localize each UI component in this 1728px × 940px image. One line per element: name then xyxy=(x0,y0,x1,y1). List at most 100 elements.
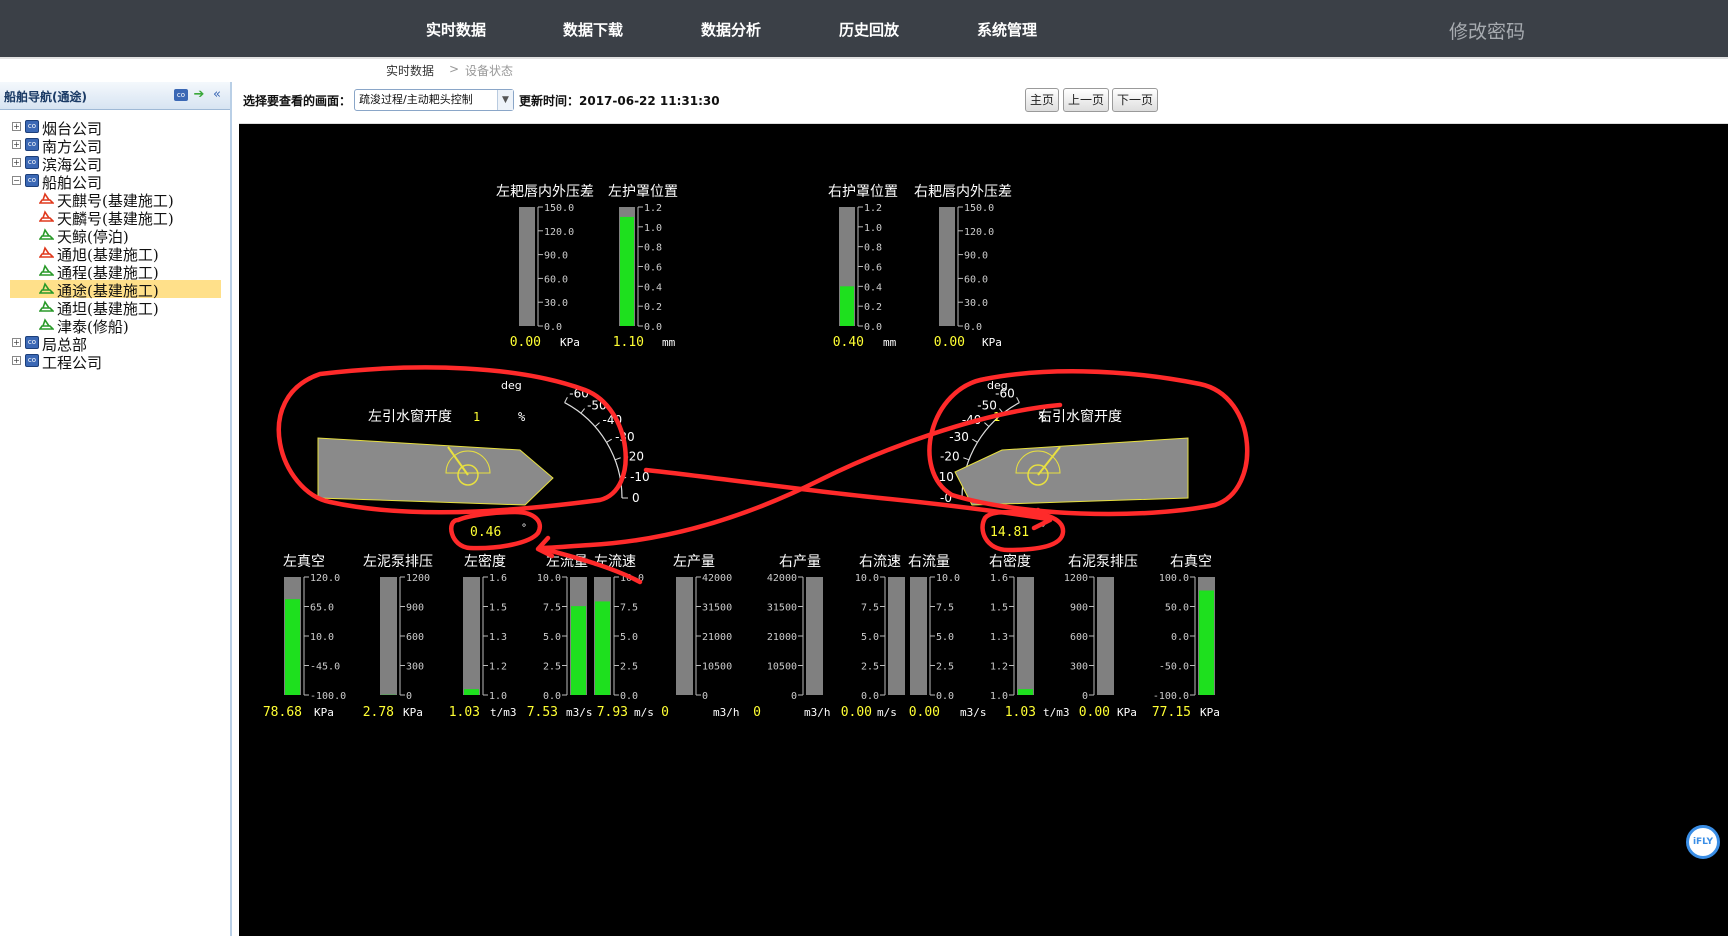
nav-history-playback[interactable]: 历史回放 xyxy=(839,19,899,40)
gauge-title: 右泥泵排压 xyxy=(1068,554,1138,570)
gauge-tick-label: 900 xyxy=(406,603,424,614)
collapse-icon[interactable]: − xyxy=(12,176,21,185)
expand-icon[interactable]: + xyxy=(12,338,21,347)
gauge-tick-label: 0.0 xyxy=(964,322,982,333)
dial-unit: % xyxy=(1039,410,1047,424)
gauge-title: 左产量 xyxy=(673,554,715,570)
tree-company-node[interactable]: −co船舶公司 xyxy=(10,172,220,190)
dial-tick xyxy=(1017,397,1020,402)
gauge-track xyxy=(910,577,927,695)
gauge-value: 0 xyxy=(753,705,761,720)
gauge-value: 78.68 xyxy=(263,705,302,720)
gauge-tick-label: 2.5 xyxy=(620,662,638,673)
tree-ship-node[interactable]: 天鲸(停泊) xyxy=(10,226,221,244)
gauge-unit: mm xyxy=(883,336,897,349)
gauge-unit: KPa xyxy=(982,336,1002,349)
gauge-tick-label: 900 xyxy=(1070,603,1088,614)
gauge-tick-label: 300 xyxy=(406,662,424,673)
gauge-tick-label: 31500 xyxy=(702,603,732,614)
next-page-button[interactable]: 下一页 xyxy=(1112,88,1158,112)
dredge-control-diagram: 150.0120.090.060.030.00.0左耙唇内外压差0.00KPa1… xyxy=(239,124,1728,936)
gauge-tick-label: 1.6 xyxy=(990,573,1008,584)
sidebar-company-icon[interactable]: co xyxy=(174,89,188,101)
gauge-tick-label: 1.0 xyxy=(489,691,507,702)
gauge-tick-label: 21000 xyxy=(702,632,732,643)
ship-red-icon xyxy=(39,209,54,224)
home-page-button[interactable]: 主页 xyxy=(1025,88,1059,112)
ship-red-icon xyxy=(39,245,54,260)
gauge-title: 左耙唇内外压差 xyxy=(496,184,594,200)
tree-ship-node[interactable]: 通途(基建施工) xyxy=(10,280,221,298)
expand-icon[interactable]: + xyxy=(12,356,21,365)
dial-tick xyxy=(607,439,612,442)
page-toolbar: 选择要查看的画面： 疏浚过程/主动耙头控制 ▼ 更新时间：2017-06-22 … xyxy=(239,83,1728,124)
dial-title: 右引水窗开度 xyxy=(1038,408,1122,425)
gauge-tick-label: 31500 xyxy=(767,603,797,614)
nav-system-management[interactable]: 系统管理 xyxy=(977,19,1037,40)
gauge-title: 右流速 xyxy=(859,554,901,570)
tree-company-node[interactable]: +co滨海公司 xyxy=(10,154,220,172)
ifly-assistant-button[interactable]: iFLY xyxy=(1686,825,1720,859)
gauge-tick-label: 5.0 xyxy=(543,632,561,643)
screen-select[interactable]: 疏浚过程/主动耙头控制 ▼ xyxy=(354,89,514,111)
tree-ship-node[interactable]: 通程(基建施工) xyxy=(10,262,221,280)
breadcrumb-root[interactable]: 实时数据 xyxy=(386,62,434,79)
gauge-title: 右密度 xyxy=(989,553,1031,570)
gauge-unit: KPa xyxy=(1200,706,1220,719)
gauge-tick-label: 1.3 xyxy=(489,632,507,643)
gauge-fill xyxy=(840,286,854,326)
nav-data-download[interactable]: 数据下载 xyxy=(563,19,623,40)
breadcrumb-current: 设备状态 xyxy=(465,62,513,79)
expand-icon[interactable]: + xyxy=(12,158,21,167)
change-password-link[interactable]: 修改密码 xyxy=(1449,17,1525,44)
gauge-tick-label: 1.0 xyxy=(864,223,882,234)
gauge-value: 0.00 xyxy=(1079,705,1110,720)
gauge-tick-label: 1.0 xyxy=(990,691,1008,702)
expand-icon[interactable]: + xyxy=(12,140,21,149)
gauge-fill xyxy=(285,599,300,695)
dial-angle-value: 0.46 xyxy=(470,525,501,540)
chevron-down-icon[interactable]: ▼ xyxy=(497,90,513,110)
gauge-tick-label: -50.0 xyxy=(1159,662,1189,673)
gauge-tick-label: -100.0 xyxy=(1153,691,1189,702)
gauge-title: 右流量 xyxy=(908,554,950,570)
tree-company-node[interactable]: +co局总部 xyxy=(10,334,220,352)
tree-company-node[interactable]: +co烟台公司 xyxy=(10,118,220,136)
tree-ship-node[interactable]: 天麒号(基建施工) xyxy=(10,190,221,208)
tree-company-node[interactable]: +co工程公司 xyxy=(10,352,220,370)
tree-company-node[interactable]: +co南方公司 xyxy=(10,136,220,154)
dial-tick xyxy=(615,458,621,460)
dial-tick xyxy=(972,439,977,442)
nav-data-analysis[interactable]: 数据分析 xyxy=(701,19,761,40)
dial-tick xyxy=(595,423,600,427)
sidebar-forward-icon[interactable]: ➔ xyxy=(192,89,206,101)
nav-realtime-data[interactable]: 实时数据 xyxy=(426,19,486,40)
gauge-title: 右产量 xyxy=(779,554,821,570)
tree-ship-node[interactable]: 津泰(修船) xyxy=(10,316,221,334)
gauge-value: 0.00 xyxy=(909,705,940,720)
gauge-tick-label: 0.0 xyxy=(543,691,561,702)
expand-icon[interactable]: + xyxy=(12,122,21,131)
screen-select-label: 选择要查看的画面： xyxy=(243,92,351,109)
gauge-value: 2.78 xyxy=(363,705,394,720)
dial-angle-unit: ° xyxy=(521,523,527,534)
sidebar-collapse-icon[interactable]: « xyxy=(210,89,224,101)
gauge-tick-label: 150.0 xyxy=(544,203,574,214)
previous-page-button[interactable]: 上一页 xyxy=(1063,88,1109,112)
gauge-tick-label: 1.2 xyxy=(990,662,1008,673)
gauge-unit: m3/h xyxy=(713,706,740,719)
gauge-title: 右真空 xyxy=(1170,554,1212,570)
tree-ship-node[interactable]: 通旭(基建施工) xyxy=(10,244,221,262)
tree-ship-node[interactable]: 通坦(基建施工) xyxy=(10,298,221,316)
gauge-tick-label: 30.0 xyxy=(964,298,988,309)
gauge-tick-label: 5.0 xyxy=(936,632,954,643)
gauge-unit: KPa xyxy=(314,706,334,719)
gauge-tick-label: 65.0 xyxy=(310,603,334,614)
gauge-track xyxy=(463,577,480,695)
tree-ship-node[interactable]: 天麟号(基建施工) xyxy=(10,208,221,226)
company-icon: co xyxy=(25,354,39,367)
gauge-unit: m3/s xyxy=(566,706,593,719)
gauge-tick-label: 0.0 xyxy=(544,322,562,333)
gauge-tick-label: 0.6 xyxy=(644,263,662,274)
gauge-unit: mm xyxy=(662,336,676,349)
